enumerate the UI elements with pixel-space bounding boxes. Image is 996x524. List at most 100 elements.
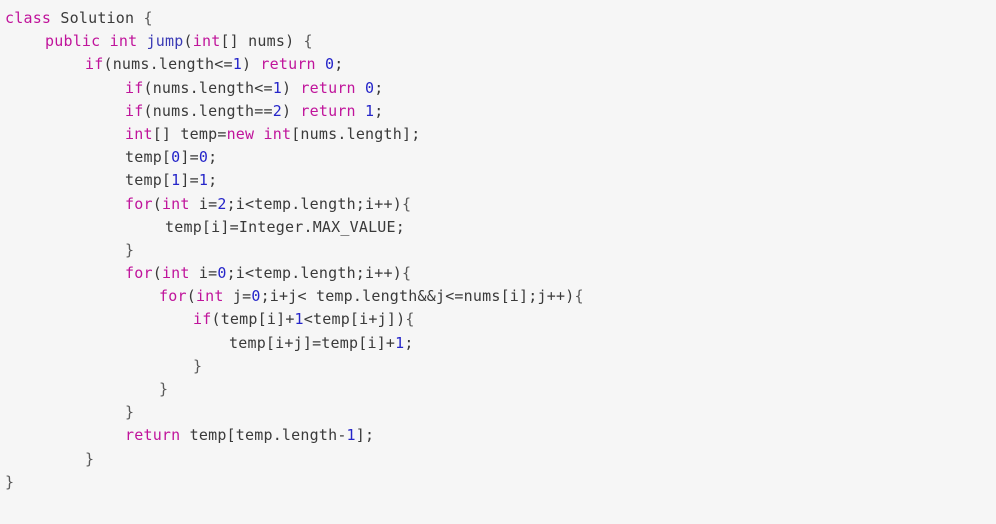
code-token-kw: int [109,32,138,51]
code-token-plain: (temp[i]+ [211,310,295,329]
code-token-num: 1 [171,171,181,190]
code-token-plain: (nums.length<= [103,55,233,74]
code-line: for(int i=0;i<temp.length;i++){ [0,262,996,285]
code-token-plain: j= [223,287,252,306]
code-token-kw: int [263,124,292,143]
code-line: temp[1]=1; [0,169,996,192]
code-token-plain: temp= [180,124,227,143]
code-token-plain: (nums.length<= [143,78,273,97]
code-line: } [0,378,996,401]
code-token-kw: public [45,32,101,51]
code-token-plain: (nums.length== [143,101,273,120]
code-token-num: 0 [217,264,227,283]
code-line: int[] temp=new int[nums.length]; [0,123,996,146]
code-token-num: 0 [325,55,335,74]
code-token-punct: ( [183,32,193,51]
code-line: temp[i+j]=temp[i]+1; [0,332,996,355]
code-token-brace: } [5,472,15,491]
code-line: } [0,355,996,378]
code-token-kw: return [260,55,316,74]
code-token-kw: new [226,124,255,143]
code-token-brace: { [303,32,313,51]
code-token-num: 0 [198,148,209,167]
code-token-num: 1 [346,426,356,445]
code-token-plain: [nums.length]; [291,124,421,143]
code-token-kw: if [85,55,104,74]
code-token-plain: ]= [180,148,199,167]
code-token-plain: ; [208,171,218,190]
code-token-plain: ) [241,55,252,74]
code-token-num: 0 [251,287,261,306]
code-token-plain: ]= [180,171,199,190]
code-token-num: 1 [294,310,304,329]
code-token-plain: ; [334,55,344,74]
code-token-plain: <temp[i+j]) [303,310,406,329]
code-token-brace: } [85,449,95,468]
code-token-kw: for [159,287,187,306]
code-token-plain: temp[temp.length- [180,426,347,445]
code-token-kw: return [125,426,181,445]
code-token-num: 1 [365,101,375,120]
code-token-plain: ;i<temp.length;i++) [226,194,402,213]
code-token-kw: class [5,9,52,27]
code-token-plain: temp[i+j]=temp[i]+ [229,333,396,352]
code-token-punct: ) [285,32,295,51]
code-token-num: 1 [198,171,209,190]
code-line: temp[0]=0; [0,146,996,169]
code-line: if(temp[i]+1<temp[i+j]){ [0,308,996,331]
code-token-brace: } [159,380,169,398]
code-token-num: 0 [365,78,375,97]
code-token-brace: { [401,264,412,283]
code-token-brace: { [143,9,153,27]
code-token-brace: } [125,403,135,422]
code-line: if(nums.length<=1) return 0; [0,77,996,100]
code-token-kw: int [125,124,153,143]
code-line: if(nums.length==2) return 1; [0,100,996,123]
code-token-plain: ) [281,78,292,97]
code-token-plain: temp[ [125,148,172,167]
code-token-plain: ; [208,148,218,167]
code-token-kw: int [161,264,190,283]
code-line: for(int i=2;i<temp.length;i++){ [0,193,996,216]
code-token-kw: return [300,101,356,120]
code-token-punct: [] [220,32,249,51]
code-token-kw: for [125,194,153,213]
code-line: } [0,448,996,471]
code-token-num: 2 [272,101,282,120]
code-token-num: 0 [171,148,181,167]
code-line: } [0,471,996,494]
code-token-plain: nums [248,32,286,51]
code-token-plain: i= [189,194,218,213]
code-token-plain: [] [152,124,181,143]
code-line: temp[i]=Integer.MAX_VALUE; [0,216,996,239]
code-token-plain: Solution [60,9,135,27]
code-token-plain: temp[ [125,171,172,190]
code-token-kw: int [161,194,190,213]
code-token-kw: int [192,32,221,51]
code-token-kw: int [195,287,224,306]
code-token-kw: if [193,310,212,329]
code-token-num: 1 [395,333,405,352]
code-line: class Solution { [0,7,996,30]
code-token-plain: ( [152,264,162,283]
code-line: } [0,401,996,424]
code-token-fn: jump [146,32,184,51]
code-viewer[interactable]: class Solution {public int jump(int[] nu… [0,0,996,524]
code-token-brace: { [574,287,584,306]
code-token-plain: ( [152,194,162,213]
code-token-plain: i= [189,264,218,283]
code-token-plain: ]; [355,426,375,445]
code-token-plain: ;i+j< temp.length&&j<=nums[i];j++) [260,287,575,306]
code-line: return temp[temp.length-1]; [0,424,996,447]
code-token-kw: if [125,78,144,97]
code-token-kw: return [300,78,356,97]
code-line: if(nums.length<=1) return 0; [0,53,996,76]
